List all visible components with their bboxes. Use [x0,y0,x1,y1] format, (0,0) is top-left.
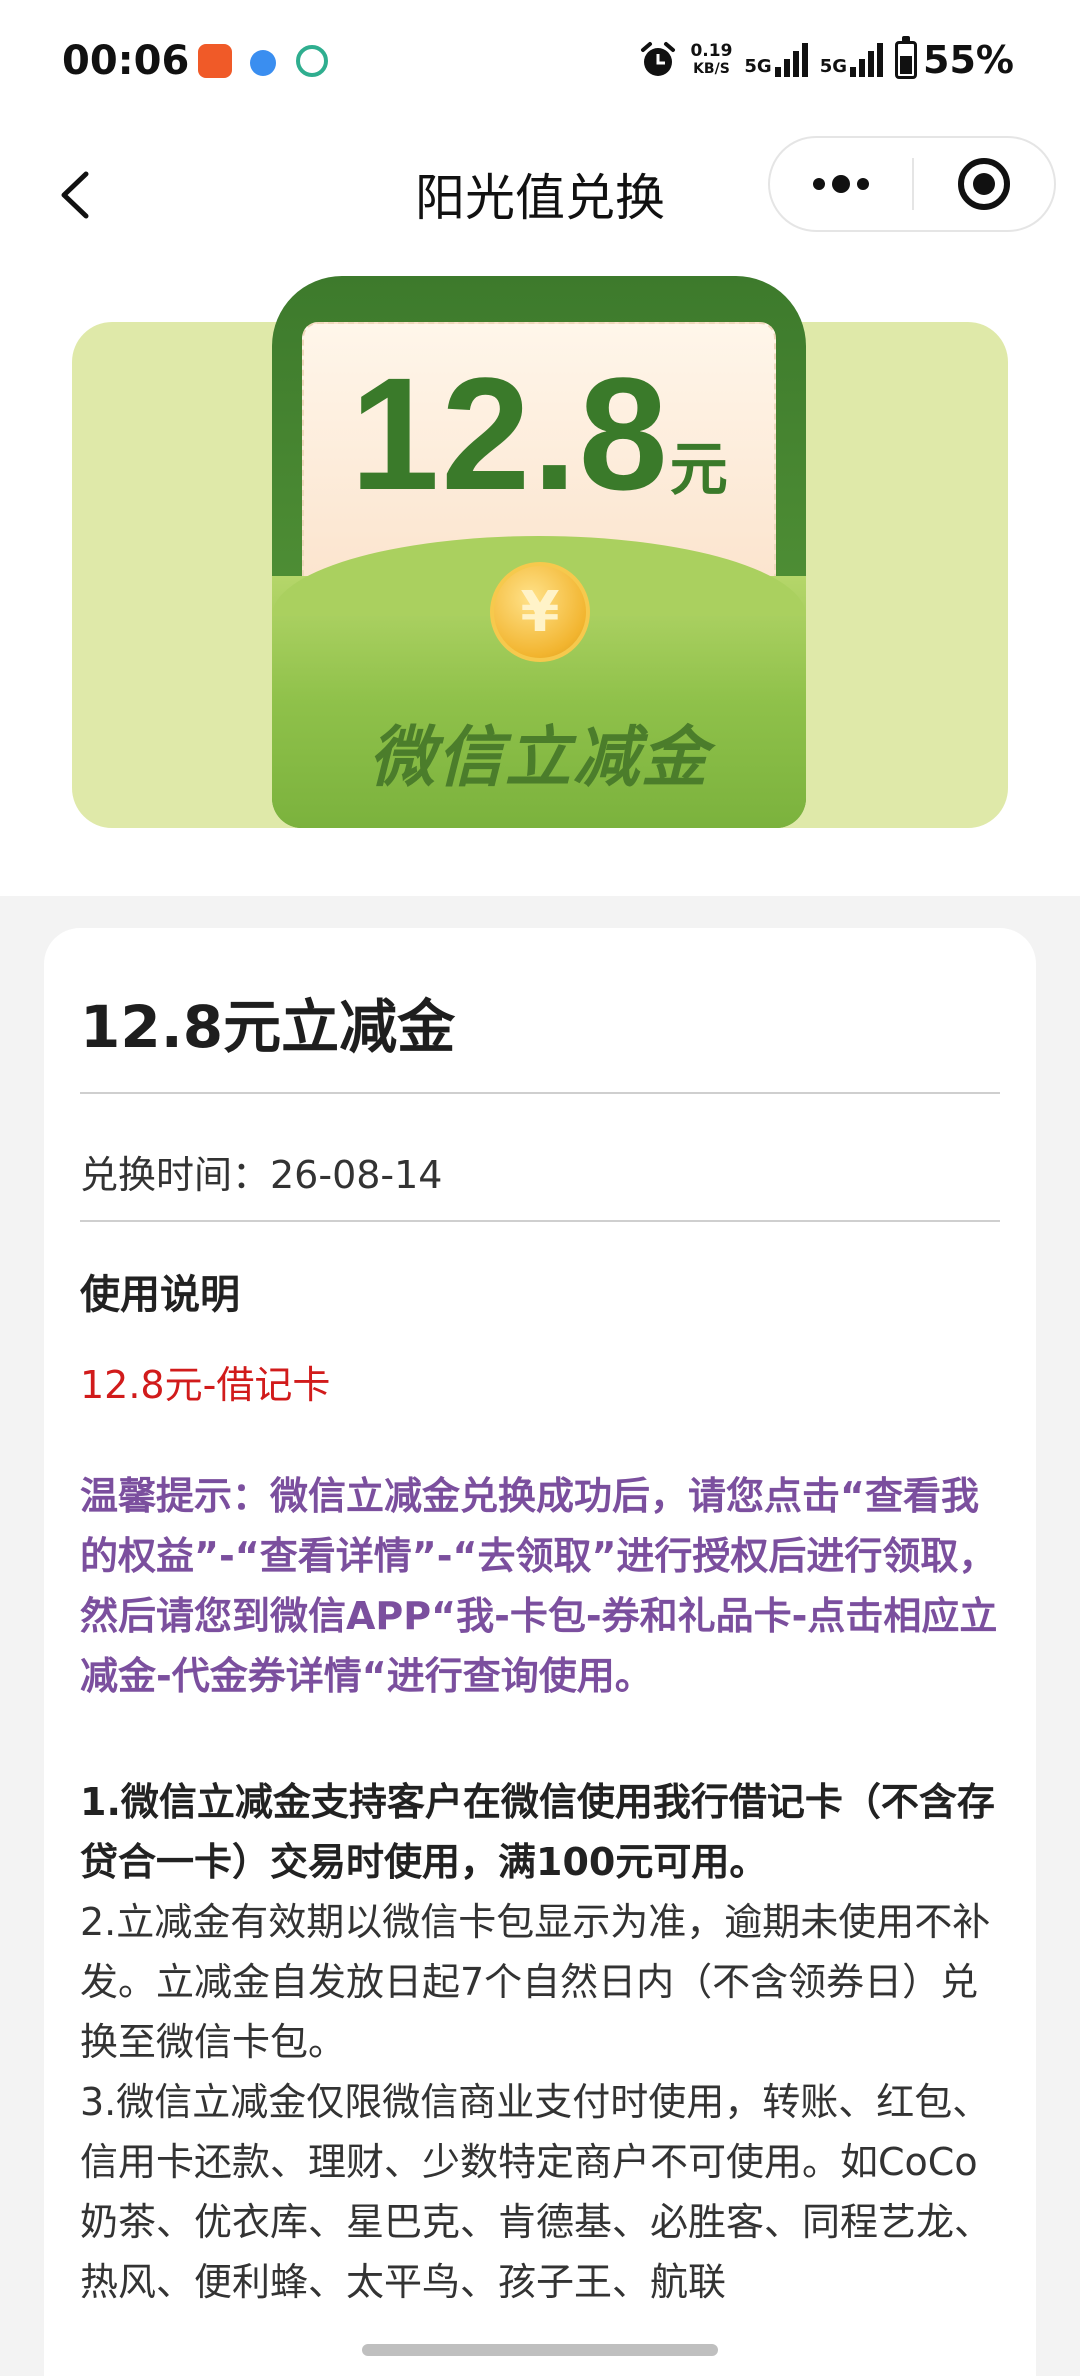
rule-3: 3.微信立减金仅限微信商业支付时使用，转账、红包、信用卡还款、理财、少数特定商户… [80,2080,993,2304]
net-speed-value: 0.19 [690,41,733,61]
divider [80,1092,1000,1094]
battery: 55% [895,36,1014,82]
yuan-coin-icon: ¥ [490,562,590,662]
status-right: 0.19 KB/S 5G 5G 55% [638,36,1014,82]
nav-bar: 阳光值兑换 [0,130,1080,260]
exchange-time: 兑换时间：26-08-14 [80,1153,443,1197]
coupon-detail-card: 12.8元立减金 兑换时间：26-08-14 使用说明 12.8元-借记卡 温馨… [44,928,1036,2376]
close-miniprogram-button[interactable] [914,138,1054,230]
warm-tip: 温馨提示：微信立减金兑换成功后，请您点击“查看我的权益”-“查看详情”-“去领取… [80,1474,998,1698]
net-speed-unit: KB/S [693,61,730,77]
rule-2: 2.立减金有效期以微信卡包显示为准，逾期未使用不补发。立减金自发放日起7个自然日… [80,1900,991,2064]
net-speed: 0.19 KB/S [690,42,732,78]
status-time: 00:06 [62,38,190,84]
app-notification-icon [198,44,232,78]
more-dots-icon [813,175,869,193]
mini-program-capsule [768,136,1056,232]
envelope-amount: 12.8元 [272,342,806,526]
divider [80,1220,1000,1222]
battery-icon [895,36,918,79]
envelope-amount-number: 12.8 [350,344,670,523]
status-bar: 00:06 0.19 KB/S 5G 5G 55% [0,0,1080,130]
banner: 12.8元 ¥ 微信立减金 [0,260,1080,896]
signal-bars-icon [850,43,884,77]
signal-sim2: 5G [819,43,884,77]
red-envelope-graphic: 12.8元 ¥ 微信立减金 [272,276,806,828]
envelope-amount-unit: 元 [669,435,728,503]
home-indicator[interactable] [362,2344,718,2356]
signal-sim1: 5G [744,43,808,77]
browser-notification-icon [250,50,276,76]
usage-rules: 1.微信立减金支持客户在微信使用我行借记卡（不含存贷合一卡）交易时使用，满100… [80,1772,1000,2312]
more-button[interactable] [770,138,912,230]
battery-percent: 55% [923,38,1014,82]
usage-heading: 使用说明 [80,1272,240,1318]
usage-highlight: 12.8元-借记卡 [80,1363,331,1407]
coupon-title: 12.8元立减金 [80,993,456,1061]
sim2-label: 5G [819,56,848,77]
target-close-icon [958,158,1010,210]
rule-1: 1.微信立减金支持客户在微信使用我行借记卡（不含存贷合一卡）交易时使用，满100… [80,1780,995,1884]
envelope-caption: 微信立减金 [369,719,709,796]
alarm-icon [641,42,676,76]
sim1-label: 5G [744,56,772,77]
signal-bars-icon [774,43,808,77]
wallet-notification-icon [296,45,328,77]
